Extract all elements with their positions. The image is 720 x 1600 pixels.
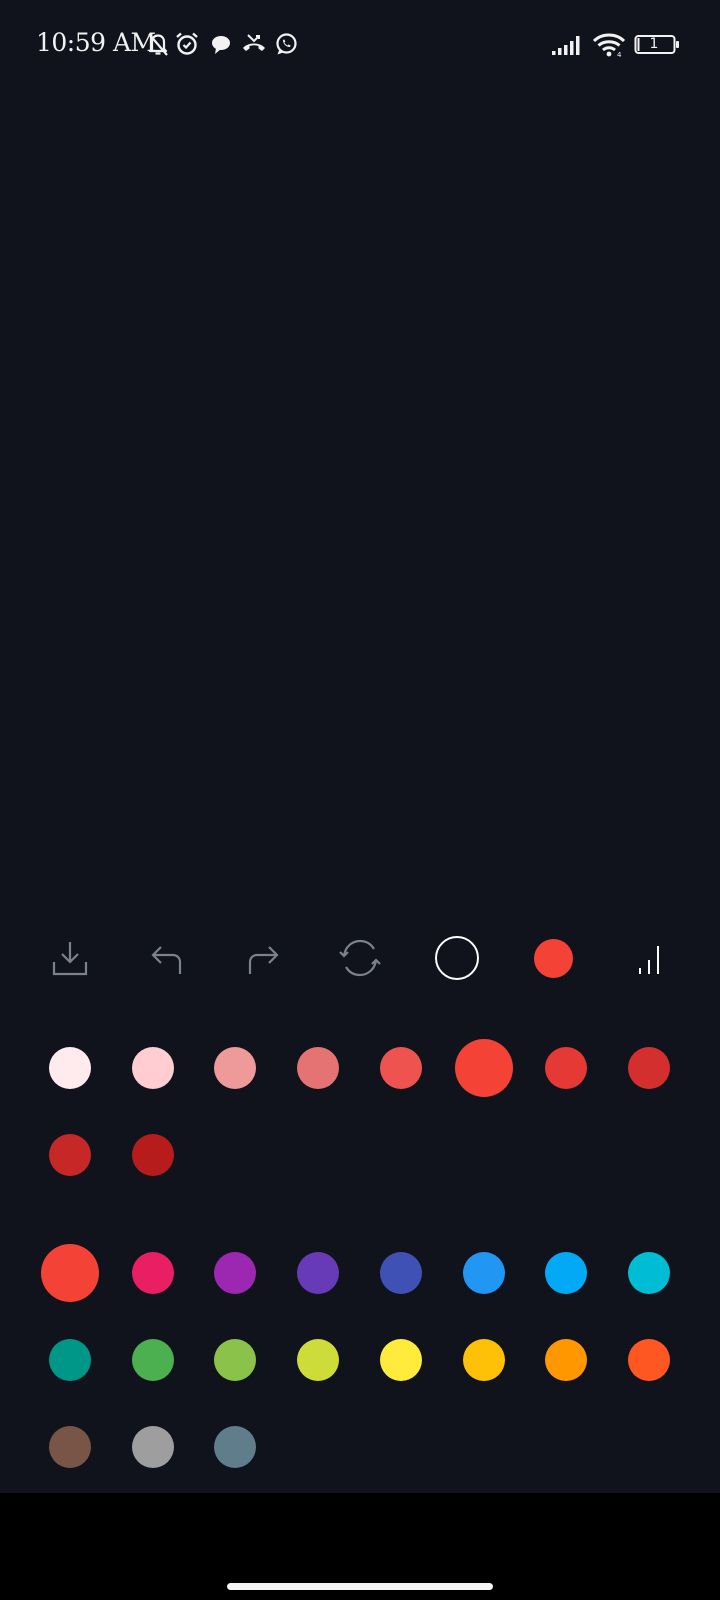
color-dot-icon	[533, 938, 573, 978]
base-color-swatch[interactable]	[131, 1339, 174, 1381]
base-color-swatch[interactable]	[214, 1252, 257, 1294]
shade-swatch[interactable]	[131, 1134, 174, 1176]
shade-swatch[interactable]	[131, 1047, 174, 1089]
base-color-swatch[interactable]	[462, 1252, 505, 1294]
shade-swatch[interactable]	[49, 1047, 91, 1089]
base-color-swatch[interactable]	[214, 1339, 257, 1381]
stroke-size-icon	[639, 946, 659, 974]
chat-bubble-icon	[212, 36, 230, 54]
base-color-swatch[interactable]	[627, 1339, 670, 1381]
refresh-button[interactable]	[320, 918, 400, 998]
shade-swatch[interactable]	[49, 1134, 91, 1176]
status-bar: 10:59 AM 4 1	[0, 0, 720, 88]
undo-button[interactable]	[127, 918, 207, 998]
undo-icon	[151, 946, 182, 974]
signal-icon	[552, 36, 580, 55]
base-color-swatch[interactable]	[379, 1252, 422, 1294]
shade-swatch[interactable]	[214, 1047, 257, 1089]
bell-off-icon	[148, 33, 168, 56]
base-color-swatch[interactable]	[462, 1339, 505, 1381]
stroke-size-button[interactable]	[610, 918, 690, 998]
shade-swatch[interactable]	[627, 1047, 670, 1089]
missed-call-icon	[243, 34, 265, 51]
base-color-swatch[interactable]	[545, 1252, 588, 1294]
base-color-swatch[interactable]	[41, 1244, 99, 1302]
alarm-icon	[176, 32, 198, 55]
shade-swatch[interactable]	[297, 1047, 340, 1089]
base-color-swatch[interactable]	[131, 1252, 174, 1294]
whatsapp-icon	[276, 33, 297, 55]
shade-swatch[interactable]	[379, 1047, 422, 1089]
base-color-swatch[interactable]	[131, 1426, 174, 1468]
current-color-button[interactable]	[513, 918, 593, 998]
base-color-swatch[interactable]	[297, 1339, 340, 1381]
battery-level-text: 1	[649, 36, 659, 52]
shade-swatch[interactable]	[545, 1047, 588, 1089]
wifi-icon: 4	[592, 33, 626, 58]
redo-button[interactable]	[223, 918, 303, 998]
base-color-swatch[interactable]	[545, 1339, 588, 1381]
toolbar	[0, 918, 720, 998]
redo-icon	[248, 946, 279, 974]
refresh-icon	[339, 939, 381, 977]
home-indicator[interactable]	[227, 1583, 493, 1590]
base-color-swatch[interactable]	[214, 1426, 257, 1468]
base-color-swatch[interactable]	[49, 1339, 91, 1381]
base-color-swatch[interactable]	[297, 1252, 340, 1294]
eraser-button[interactable]	[417, 918, 497, 998]
drawing-canvas[interactable]	[0, 88, 720, 888]
base-color-swatch[interactable]	[627, 1252, 670, 1294]
paint-app-screen: 10:59 AM 4 1	[0, 0, 720, 1600]
base-color-swatch[interactable]	[379, 1339, 422, 1381]
status-time: 10:59 AM	[36, 28, 156, 57]
download-button[interactable]	[30, 918, 110, 998]
svg-text:4: 4	[617, 51, 622, 58]
circle-outline-icon	[435, 936, 479, 980]
navigation-bar	[0, 1493, 720, 1600]
shade-swatch[interactable]	[454, 1039, 513, 1097]
download-icon	[52, 942, 88, 976]
base-color-swatch[interactable]	[49, 1426, 91, 1468]
